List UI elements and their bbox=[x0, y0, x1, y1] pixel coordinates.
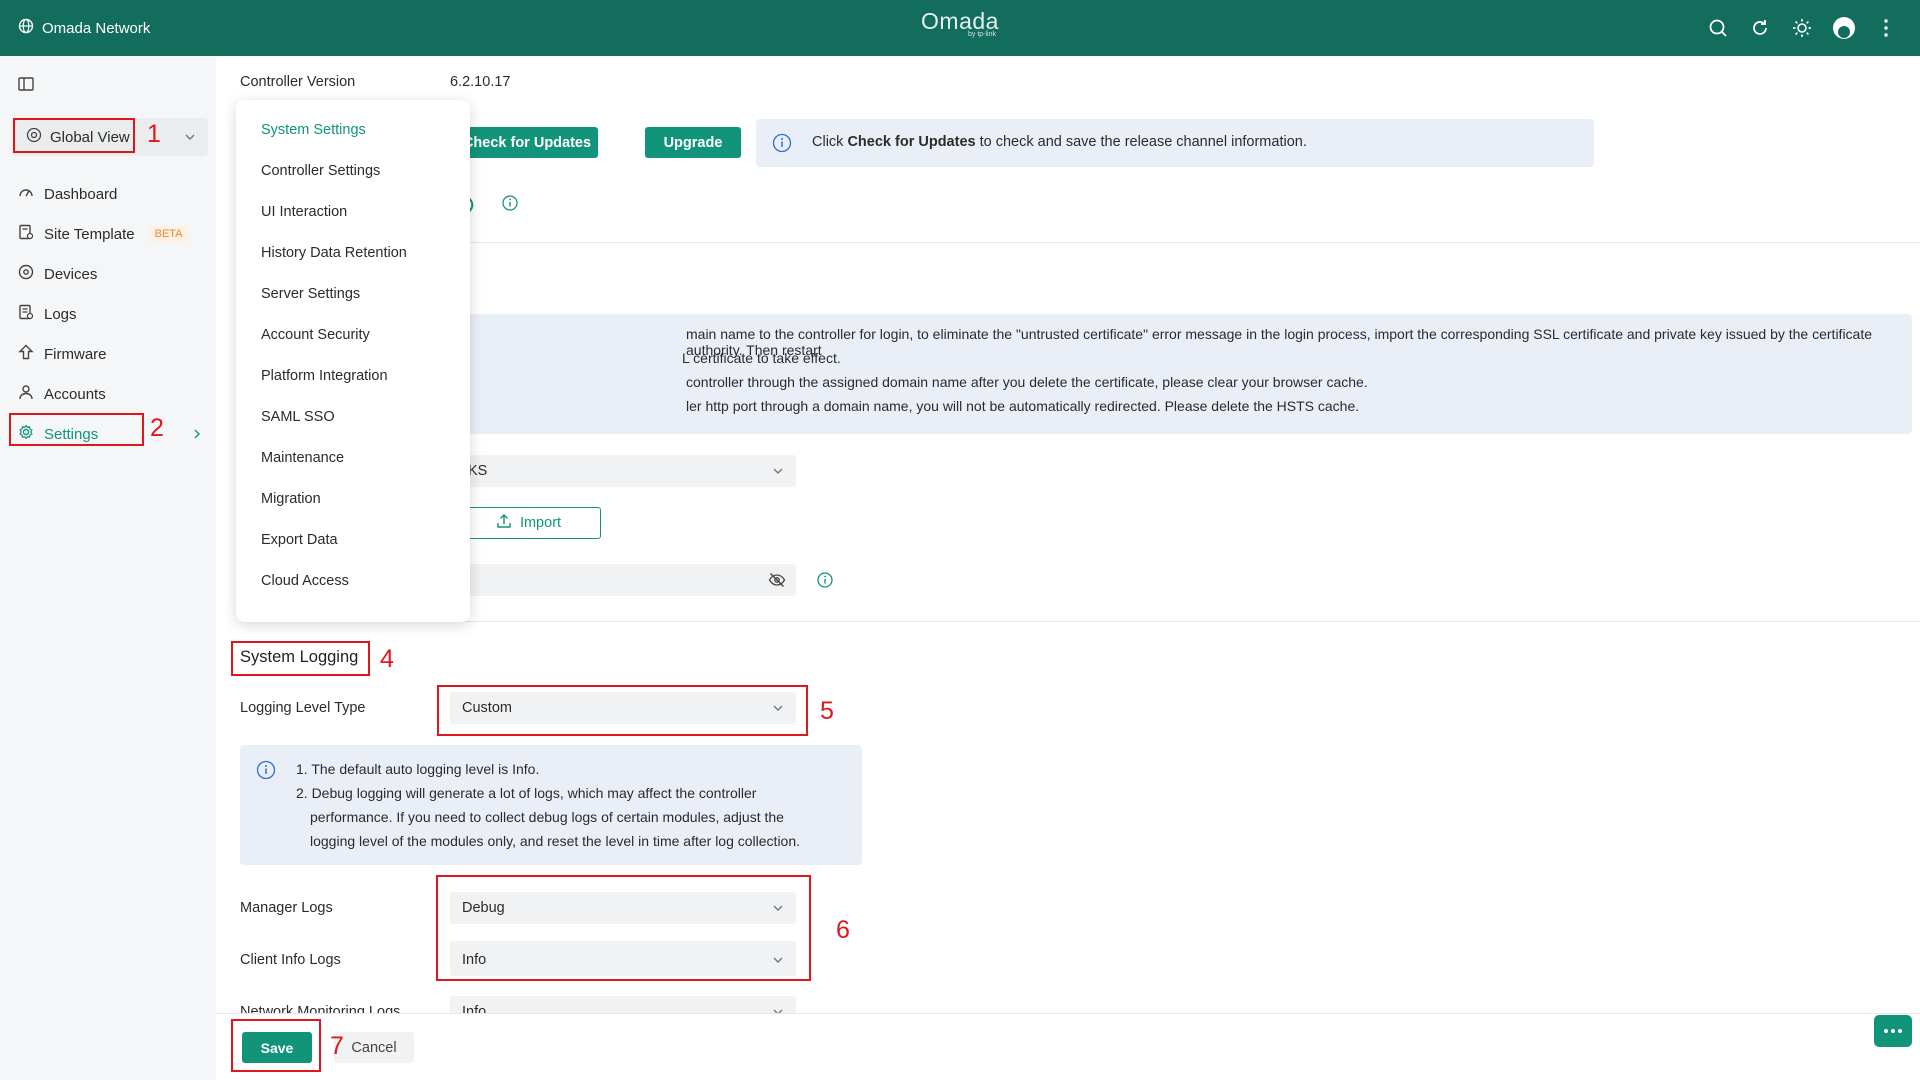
chat-dot bbox=[1884, 1029, 1888, 1033]
update-info-box: Click Check for Updates to check and sav… bbox=[756, 119, 1594, 167]
sidebar-nav: Dashboard Site Template BETA Devices Log… bbox=[0, 174, 216, 454]
menu-item-migration[interactable]: Migration bbox=[236, 478, 470, 519]
sidebar-item-label: Firmware bbox=[44, 345, 107, 363]
annotation-box-5 bbox=[437, 685, 808, 736]
certificate-type-value: KS bbox=[468, 463, 488, 479]
chat-dot bbox=[1891, 1029, 1895, 1033]
info-circle-icon[interactable] bbox=[816, 571, 834, 593]
upload-icon bbox=[496, 513, 512, 533]
menu-item-cloud-access[interactable]: Cloud Access bbox=[236, 560, 470, 601]
logs-icon bbox=[18, 304, 34, 324]
sidebar-item-label: Devices bbox=[44, 265, 98, 283]
top-header: Omada Network Omada by tp-link bbox=[0, 0, 1920, 56]
template-icon bbox=[18, 224, 34, 244]
sidebar-item-logs[interactable]: Logs bbox=[0, 294, 216, 334]
beta-badge: BETA bbox=[148, 226, 189, 242]
menu-item-controller-settings[interactable]: Controller Settings bbox=[236, 150, 470, 191]
search-icon[interactable] bbox=[1706, 14, 1730, 42]
chat-support-button[interactable] bbox=[1874, 1015, 1912, 1047]
menu-item-export-data[interactable]: Export Data bbox=[236, 519, 470, 560]
eye-hidden-icon[interactable] bbox=[768, 572, 786, 592]
refresh-icon[interactable] bbox=[1748, 14, 1772, 42]
sidebar-item-site-template[interactable]: Site Template BETA bbox=[0, 214, 216, 254]
theme-sun-icon[interactable] bbox=[1790, 14, 1814, 42]
update-info-bold: Check for Updates bbox=[847, 134, 976, 150]
chat-dot bbox=[1898, 1029, 1902, 1033]
annotation-box-7 bbox=[231, 1019, 321, 1072]
devices-icon bbox=[18, 264, 34, 284]
sidebar-item-devices[interactable]: Devices bbox=[0, 254, 216, 294]
dashboard-icon bbox=[18, 184, 34, 204]
info-icon bbox=[772, 133, 792, 157]
private-key-password-field[interactable] bbox=[456, 564, 796, 596]
update-info-suffix: to check and save the release channel in… bbox=[975, 134, 1307, 150]
divider bbox=[240, 621, 1920, 622]
info-circle-icon[interactable] bbox=[501, 194, 519, 216]
chevron-right-icon bbox=[192, 427, 202, 444]
annotation-number-2: 2 bbox=[150, 414, 164, 442]
manager-logs-label: Manager Logs bbox=[240, 900, 333, 916]
chevron-down-icon bbox=[184, 130, 196, 147]
certificate-type-select[interactable]: KS bbox=[456, 455, 796, 487]
settings-submenu: System Settings Controller Settings UI I… bbox=[236, 100, 470, 622]
annotation-number-1: 1 bbox=[147, 120, 161, 148]
certificate-info-overlay bbox=[456, 314, 1912, 434]
annotation-box-6 bbox=[436, 875, 811, 981]
annotation-number-7: 7 bbox=[330, 1032, 344, 1060]
menu-item-saml-sso[interactable]: SAML SSO bbox=[236, 396, 470, 437]
logo-by: by tp-link bbox=[967, 31, 996, 38]
annotation-number-4: 4 bbox=[380, 645, 394, 673]
annotation-box-2 bbox=[9, 413, 144, 446]
chevron-down-icon bbox=[772, 465, 784, 481]
footer-action-bar: Save Cancel bbox=[216, 1013, 1920, 1080]
menu-item-platform-integration[interactable]: Platform Integration bbox=[236, 355, 470, 396]
logging-level-type-label: Logging Level Type bbox=[240, 700, 366, 716]
logging-info-line-3: performance. If you need to collect debu… bbox=[310, 809, 784, 825]
update-info-text: Click Check for Updates to check and sav… bbox=[812, 134, 1307, 150]
client-info-logs-label: Client Info Logs bbox=[240, 952, 341, 968]
accounts-icon bbox=[18, 384, 34, 404]
more-vertical-icon[interactable] bbox=[1874, 14, 1898, 42]
menu-item-system-settings[interactable]: System Settings bbox=[236, 109, 470, 150]
annotation-number-5: 5 bbox=[820, 697, 834, 725]
divider bbox=[240, 242, 1920, 243]
annotation-box-4 bbox=[231, 641, 370, 676]
omada-logo: Omada by tp-link bbox=[0, 10, 1920, 39]
sidebar-item-label: Dashboard bbox=[44, 185, 118, 203]
menu-item-account-security[interactable]: Account Security bbox=[236, 314, 470, 355]
annotation-box-1 bbox=[13, 118, 135, 153]
sidebar-item-dashboard[interactable]: Dashboard bbox=[0, 174, 216, 214]
menu-item-maintenance[interactable]: Maintenance bbox=[236, 437, 470, 478]
controller-version-label: Controller Version bbox=[240, 74, 356, 90]
info-icon bbox=[256, 760, 276, 784]
menu-item-history-data-retention[interactable]: History Data Retention bbox=[236, 232, 470, 273]
sidebar-item-label: Site Template bbox=[44, 225, 135, 243]
firmware-icon bbox=[18, 344, 34, 364]
menu-item-server-settings[interactable]: Server Settings bbox=[236, 273, 470, 314]
check-for-updates-button[interactable]: Check for Updates bbox=[456, 127, 598, 158]
sidebar-toggle-icon[interactable] bbox=[18, 76, 34, 96]
sidebar-item-label: Logs bbox=[44, 305, 77, 323]
annotation-number-6: 6 bbox=[836, 916, 850, 944]
upgrade-button[interactable]: Upgrade bbox=[645, 127, 741, 158]
logging-info-line-4: logging level of the modules only, and r… bbox=[310, 833, 801, 849]
menu-item-ui-interaction[interactable]: UI Interaction bbox=[236, 191, 470, 232]
sidebar-item-accounts[interactable]: Accounts bbox=[0, 374, 216, 414]
logging-info-line-1: 1. The default auto logging level is Inf… bbox=[296, 761, 540, 777]
sidebar-item-firmware[interactable]: Firmware bbox=[0, 334, 216, 374]
avatar[interactable] bbox=[1832, 14, 1856, 42]
import-label: Import bbox=[519, 515, 562, 531]
sidebar: Global View Dashboard Site Template BETA… bbox=[0, 56, 216, 1080]
controller-version-value: 6.2.10.17 bbox=[450, 74, 511, 90]
update-info-prefix: Click bbox=[812, 134, 848, 150]
sidebar-item-label: Accounts bbox=[44, 385, 106, 403]
logging-info-box: 1. The default auto logging level is Inf… bbox=[240, 745, 862, 865]
import-button[interactable]: Import bbox=[456, 507, 601, 539]
cancel-button[interactable]: Cancel bbox=[334, 1032, 414, 1063]
logging-info-line-2: 2. Debug logging will generate a lot of … bbox=[296, 785, 757, 801]
